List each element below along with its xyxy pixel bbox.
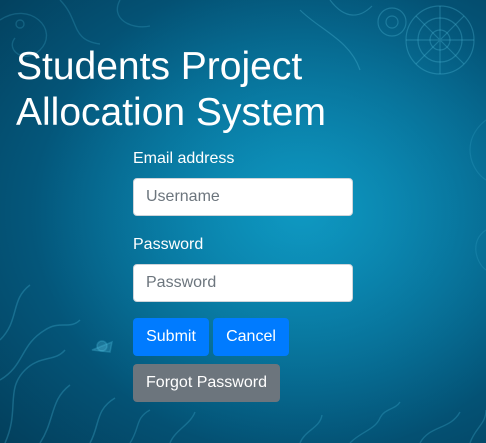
forgot-password-button[interactable]: Forgot Password <box>133 364 280 402</box>
username-input[interactable] <box>133 178 353 216</box>
flower-ornament-top-right <box>299 0 475 75</box>
seaweed-ornament-bottom <box>129 401 486 443</box>
submit-button[interactable]: Submit <box>133 318 209 356</box>
password-label: Password <box>133 236 204 253</box>
swirl-ornament-right <box>469 119 486 271</box>
email-label: Email address <box>133 150 235 167</box>
password-input[interactable] <box>133 264 353 302</box>
page-title: Students Project Allocation System <box>16 45 326 134</box>
cancel-button[interactable]: Cancel <box>213 318 289 356</box>
seaweed-ornament-left <box>0 284 116 443</box>
